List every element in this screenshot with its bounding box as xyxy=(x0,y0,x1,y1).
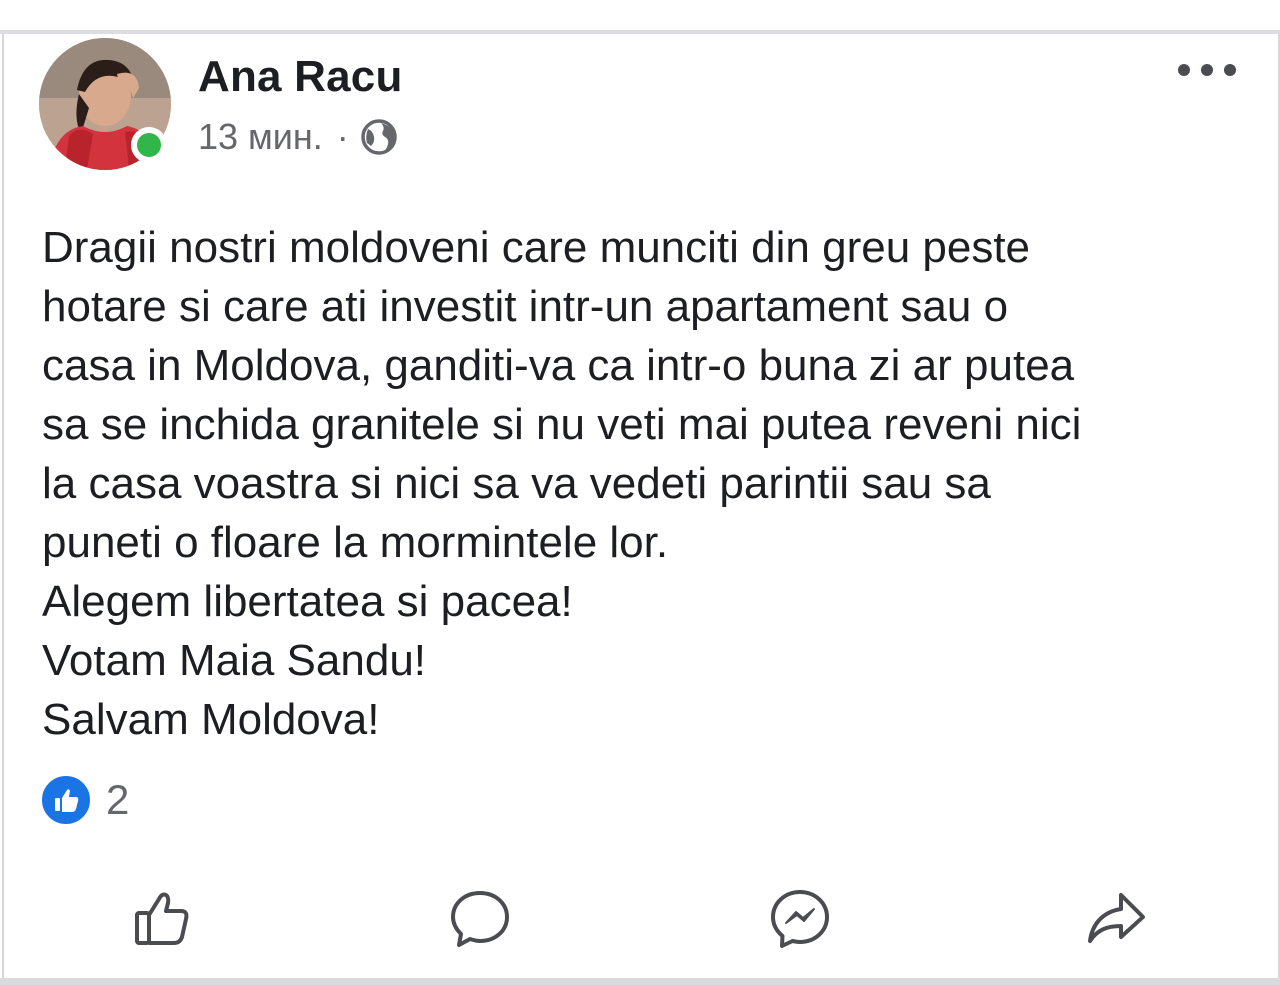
top-divider xyxy=(0,0,1280,34)
post-text-line: Salvam Moldova! xyxy=(42,695,380,744)
post-text-line: casa in Moldova, ganditi-va ca intr-o bu… xyxy=(42,341,1075,390)
send-in-messenger-button[interactable] xyxy=(760,878,840,958)
reaction-count: 2 xyxy=(106,776,130,823)
more-options-icon[interactable] xyxy=(1178,58,1236,82)
comment-bubble-icon xyxy=(451,891,509,947)
reactions-summary[interactable]: 2 xyxy=(40,774,129,826)
post-actions-bar xyxy=(0,868,1280,968)
post-time[interactable]: 13 мин. xyxy=(198,116,323,158)
share-arrow-icon xyxy=(1088,893,1145,943)
meta-separator: · xyxy=(336,116,349,157)
post-text: Dragii nostri moldoveni care munciti din… xyxy=(42,218,1242,749)
share-button[interactable] xyxy=(1076,878,1156,958)
like-reaction-icon xyxy=(40,774,92,826)
dot xyxy=(1178,64,1190,76)
comment-button[interactable] xyxy=(440,878,520,958)
dot xyxy=(1224,64,1236,76)
post-text-line: Dragii nostri moldoveni care munciti din… xyxy=(42,223,1031,272)
post-text-line: hotare si care ati investit intr-un apar… xyxy=(42,282,1009,331)
post-text-line: Alegem libertatea si pacea! xyxy=(42,577,573,626)
thumbs-up-icon xyxy=(135,892,189,945)
globe-icon[interactable] xyxy=(359,117,399,157)
post-text-line: la casa voastra si nici sa va vedeti par… xyxy=(42,459,991,508)
author-name[interactable]: Ana Racu xyxy=(198,52,403,102)
post-meta: 13 мин. · xyxy=(198,116,399,158)
like-button[interactable] xyxy=(122,878,202,958)
post-text-line: sa se inchida granitele si nu veti mai p… xyxy=(42,400,1082,449)
dot xyxy=(1201,64,1213,76)
post-text-line: puneti o floare la mormintele lor. xyxy=(42,518,669,567)
post-text-line: Votam Maia Sandu! xyxy=(42,636,427,685)
bottom-divider xyxy=(0,978,1280,985)
screenshot-frame: Ana Racu 13 мин. · Dragii nostri moldove… xyxy=(0,0,1280,985)
online-status-dot xyxy=(131,127,167,163)
messenger-icon xyxy=(771,890,829,948)
